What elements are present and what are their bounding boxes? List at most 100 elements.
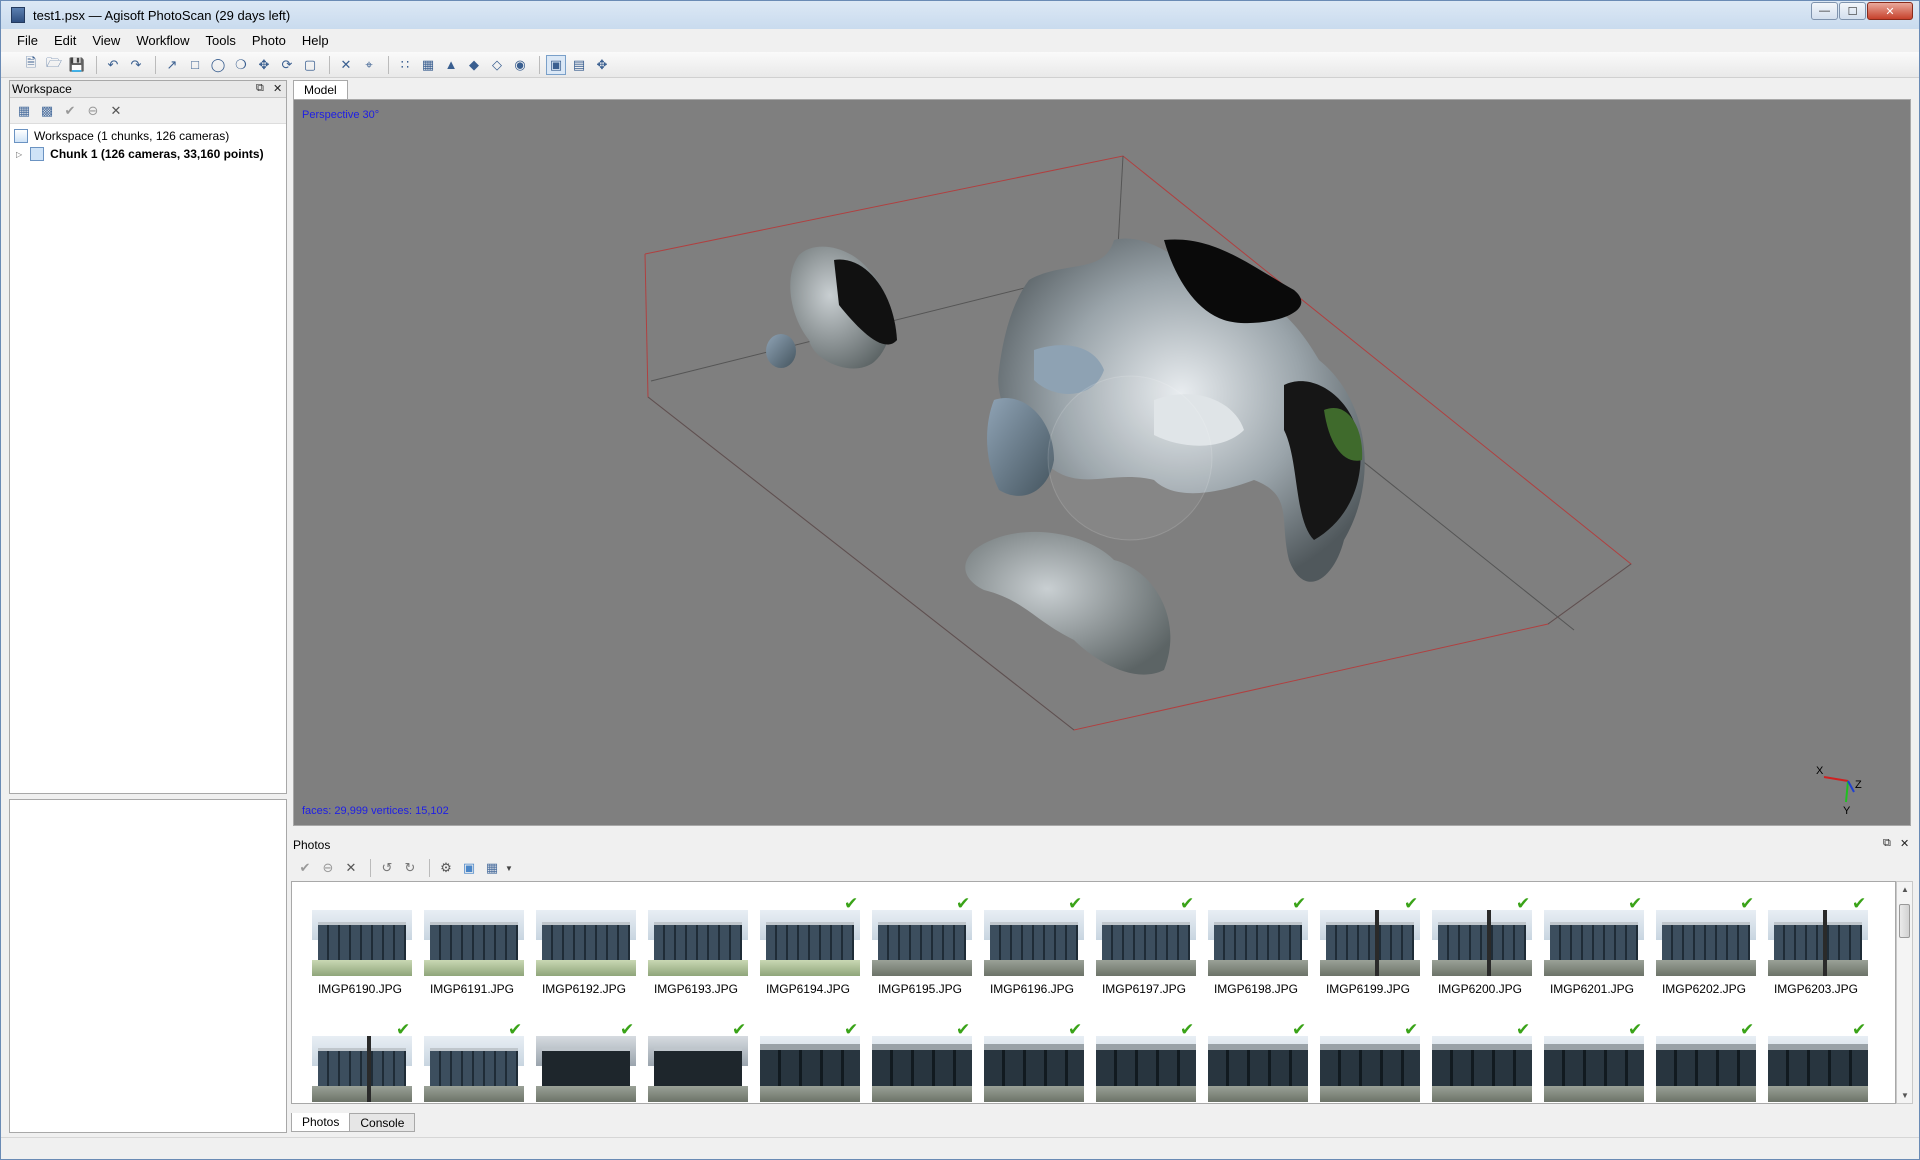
photo-item[interactable]: ✔ xyxy=(1760,1020,1872,1103)
menu-file[interactable]: File xyxy=(9,33,46,48)
expand-icon[interactable]: ▷ xyxy=(16,150,22,159)
delete-icon[interactable]: ✕ xyxy=(336,55,356,75)
float-icon[interactable]: ⧉ xyxy=(256,82,264,95)
close-button[interactable]: ✕ xyxy=(1867,2,1913,20)
photo-item[interactable]: ✔ IMGP6196.JPG xyxy=(976,894,1088,1020)
properties-panel xyxy=(9,799,287,1133)
save-icon[interactable]: 💾 xyxy=(67,55,87,75)
new-icon[interactable]: 🗎 xyxy=(21,55,41,75)
photo-item[interactable]: ✔ IMGP6197.JPG xyxy=(1088,894,1200,1020)
rect-select-icon[interactable]: □ xyxy=(185,55,205,75)
rotate-left-icon[interactable]: ↺ xyxy=(377,858,397,878)
ellipse-select-icon[interactable]: ◯ xyxy=(208,55,228,75)
photo-item[interactable]: ✔ xyxy=(1648,1020,1760,1103)
photo-item[interactable]: ✔ IMGP6202.JPG xyxy=(1648,894,1760,1020)
float-icon[interactable]: ⧉ xyxy=(1883,837,1891,850)
filter-icon[interactable]: ⚙ xyxy=(436,858,456,878)
aligned-check-icon: ✔ xyxy=(844,894,859,913)
photo-item[interactable]: ✔ IMGP6203.JPG xyxy=(1760,894,1872,1020)
workspace-root[interactable]: Workspace (1 chunks, 126 cameras) xyxy=(10,127,286,145)
photo-item[interactable]: ✔ IMGP6201.JPG xyxy=(1536,894,1648,1020)
photo-item[interactable]: ✔ xyxy=(752,1020,864,1103)
move-region-icon[interactable]: ✥ xyxy=(254,55,274,75)
photo-item[interactable]: ✔IMGP6192.JPG xyxy=(528,894,640,1020)
show-region-icon[interactable]: ▤ xyxy=(569,55,589,75)
aligned-check-icon: ✔ xyxy=(620,1020,635,1039)
minimize-button[interactable]: — xyxy=(1811,2,1838,20)
menu-help[interactable]: Help xyxy=(294,33,337,48)
add-chunk-icon[interactable]: ▦ xyxy=(14,101,34,121)
add-photos-icon[interactable]: ▩ xyxy=(37,101,57,121)
disable-camera-icon[interactable]: ⊖ xyxy=(318,858,338,878)
free-select-icon[interactable]: ❍ xyxy=(231,55,251,75)
disable-icon[interactable]: ⊖ xyxy=(83,101,103,121)
resize-region-icon[interactable]: ▢ xyxy=(300,55,320,75)
aligned-check-icon: ✔ xyxy=(1516,894,1531,913)
dense-cloud-icon[interactable]: ▦ xyxy=(418,55,438,75)
photo-item[interactable]: ✔ IMGP6195.JPG xyxy=(864,894,976,1020)
chunk-icon xyxy=(30,147,45,161)
photo-item[interactable]: ✔ xyxy=(1312,1020,1424,1103)
separator xyxy=(429,859,430,877)
photo-item[interactable]: ✔IMGP6190.JPG xyxy=(304,894,416,1020)
close-icon[interactable]: ✕ xyxy=(1900,837,1909,850)
tab-console[interactable]: Console xyxy=(349,1113,416,1132)
photos-scrollbar[interactable]: ▲ ▼ xyxy=(1896,881,1913,1104)
photo-item[interactable]: ✔ IMGP6200.JPG xyxy=(1424,894,1536,1020)
maximize-button[interactable]: ☐ xyxy=(1839,2,1866,20)
menu-edit[interactable]: Edit xyxy=(46,33,84,48)
crop-icon[interactable]: ⌖ xyxy=(359,55,379,75)
photo-item[interactable]: ✔ xyxy=(416,1020,528,1103)
point-cloud-icon[interactable]: ∷ xyxy=(395,55,415,75)
photo-item[interactable]: ✔IMGP6191.JPG xyxy=(416,894,528,1020)
aligned-check-icon: ✔ xyxy=(956,1020,971,1039)
menu-photo[interactable]: Photo xyxy=(244,33,294,48)
photo-thumbnail xyxy=(312,1036,412,1102)
rotate-right-icon[interactable]: ↻ xyxy=(400,858,420,878)
chunk-item[interactable]: ▷ Chunk 1 (126 cameras, 33,160 points) xyxy=(10,145,286,163)
open-icon[interactable]: 🗁 xyxy=(44,55,64,75)
reset-view-icon[interactable]: ✥ xyxy=(592,55,612,75)
enable-icon[interactable]: ✔ xyxy=(60,101,80,121)
reset-filter-icon[interactable]: ▣ xyxy=(459,858,479,878)
enable-camera-icon[interactable]: ✔ xyxy=(295,858,315,878)
photo-item[interactable]: ✔ xyxy=(528,1020,640,1103)
tab-photos[interactable]: Photos xyxy=(291,1113,351,1132)
scene-canvas[interactable]: X Y Z xyxy=(294,100,1911,826)
scroll-down-icon[interactable]: ▼ xyxy=(1901,1091,1909,1100)
rotate-region-icon[interactable]: ⟳ xyxy=(277,55,297,75)
show-cameras-icon[interactable]: ▣ xyxy=(546,54,566,75)
tab-model[interactable]: Model xyxy=(293,80,348,99)
menu-workflow[interactable]: Workflow xyxy=(128,33,197,48)
photo-label: IMGP6198.JPG xyxy=(1213,982,1299,996)
view-mode-icon[interactable]: ▦ xyxy=(482,858,502,878)
solid-model-icon[interactable]: ◆ xyxy=(464,55,484,75)
remove-icon[interactable]: ✕ xyxy=(106,101,126,121)
photo-item[interactable]: ✔ xyxy=(864,1020,976,1103)
wireframe-icon[interactable]: ◇ xyxy=(487,55,507,75)
photo-item[interactable]: ✔ IMGP6199.JPG xyxy=(1312,894,1424,1020)
redo-icon[interactable]: ↷ xyxy=(126,55,146,75)
undo-icon[interactable]: ↶ xyxy=(103,55,123,75)
textured-model-icon[interactable]: ◉ xyxy=(510,55,530,75)
photo-item[interactable]: ✔ xyxy=(640,1020,752,1103)
scrollbar-thumb[interactable] xyxy=(1899,904,1910,938)
menu-tools[interactable]: Tools xyxy=(198,33,244,48)
photo-item[interactable]: ✔ xyxy=(1200,1020,1312,1103)
photo-item[interactable]: ✔ IMGP6194.JPG xyxy=(752,894,864,1020)
remove-camera-icon[interactable]: ✕ xyxy=(341,858,361,878)
close-icon[interactable]: ✕ xyxy=(273,82,282,95)
model-viewport[interactable]: X Y Z Perspective 30° faces: 29,999 vert… xyxy=(293,99,1911,826)
photo-item[interactable]: ✔ xyxy=(1536,1020,1648,1103)
scroll-up-icon[interactable]: ▲ xyxy=(1901,885,1909,894)
menu-view[interactable]: View xyxy=(84,33,128,48)
photo-item[interactable]: ✔ xyxy=(1424,1020,1536,1103)
chevron-down-icon[interactable]: ▼ xyxy=(505,864,513,873)
photo-item[interactable]: ✔ xyxy=(304,1020,416,1103)
photo-item[interactable]: ✔ IMGP6198.JPG xyxy=(1200,894,1312,1020)
photo-item[interactable]: ✔IMGP6193.JPG xyxy=(640,894,752,1020)
navigation-icon[interactable]: ↗ xyxy=(162,55,182,75)
photo-item[interactable]: ✔ xyxy=(976,1020,1088,1103)
photo-item[interactable]: ✔ xyxy=(1088,1020,1200,1103)
shaded-model-icon[interactable]: ▲ xyxy=(441,55,461,75)
